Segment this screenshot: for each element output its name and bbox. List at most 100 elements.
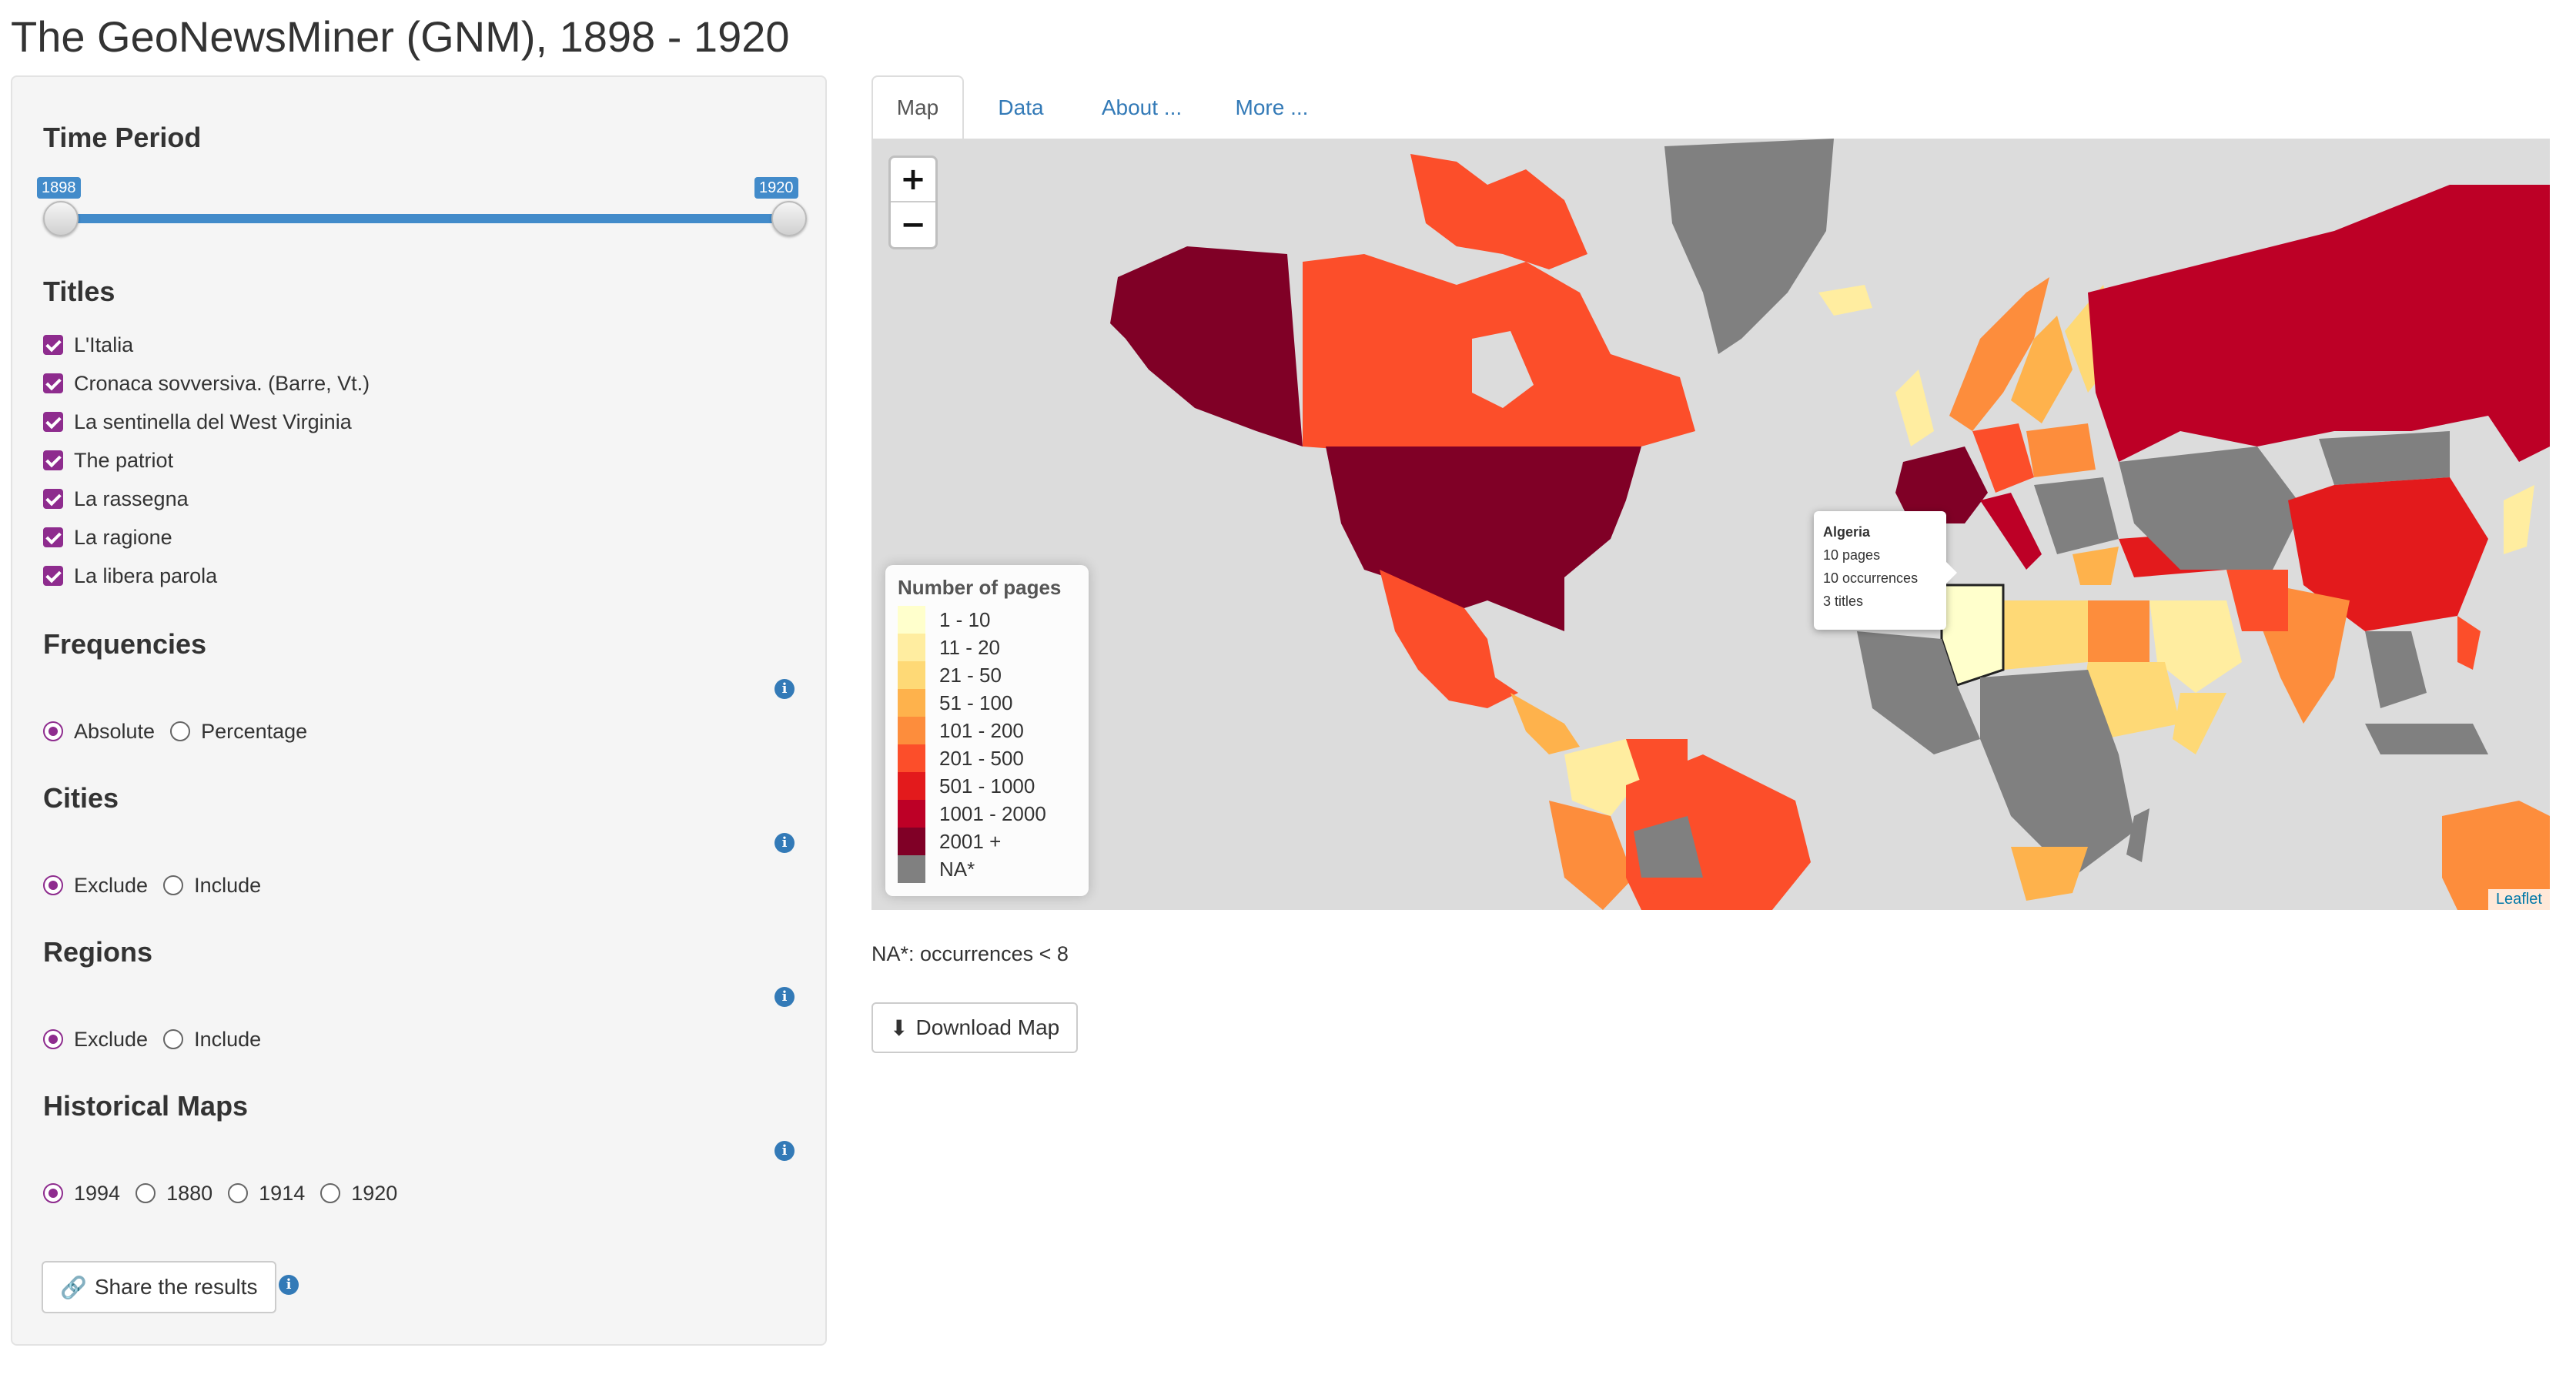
zoom-out-button[interactable]: − — [891, 202, 935, 247]
slider-min-handle[interactable] — [43, 201, 79, 236]
checkbox[interactable] — [43, 373, 63, 393]
radio-label: Include — [194, 1027, 262, 1051]
title-checkbox-patriot[interactable]: The patriot — [43, 445, 173, 476]
radio-cities-exclude[interactable]: Exclude — [43, 874, 148, 898]
regions-info-icon[interactable]: i — [774, 987, 795, 1007]
legend-label: 51 - 100 — [939, 691, 1013, 714]
country-central-america — [1510, 693, 1580, 754]
country-popup: Algeria 10 pages 10 occurrences 3 titles — [1814, 511, 1957, 630]
cities-radio-group: Exclude Include — [43, 870, 276, 901]
legend-swatch — [898, 828, 925, 855]
legend-item: 1 - 10 — [898, 606, 1076, 634]
radio-button[interactable] — [43, 875, 63, 895]
legend-item: 21 - 50 — [898, 661, 1076, 689]
country-iran — [2226, 570, 2288, 631]
radio-absolute[interactable]: Absolute — [43, 720, 155, 744]
download-icon: ⬇ — [890, 1015, 908, 1040]
legend-label: 1 - 10 — [939, 607, 991, 631]
tab-map[interactable]: Map — [871, 75, 964, 140]
title-checkbox-rassegna[interactable]: La rassegna — [43, 483, 189, 514]
checkbox[interactable] — [43, 335, 63, 355]
title-checkbox-libera-parola[interactable]: La libera parola — [43, 560, 217, 591]
zoom-in-button[interactable]: + — [891, 158, 935, 202]
tab-data[interactable]: Data — [975, 75, 1067, 140]
frequencies-radio-group: Absolute Percentage — [43, 716, 323, 747]
download-map-button[interactable]: ⬇ Download Map — [871, 1002, 1079, 1053]
radio-button[interactable] — [43, 1183, 63, 1203]
leaflet-attribution-link[interactable]: Leaflet — [2487, 889, 2550, 910]
popup-pages: 10 pages — [1823, 547, 1881, 563]
country-libya — [2003, 600, 2088, 670]
share-results-button[interactable]: 🔗 Share the results — [42, 1261, 276, 1313]
legend-item: 51 - 100 — [898, 689, 1076, 717]
checkbox[interactable] — [43, 489, 63, 509]
radio-button[interactable] — [170, 721, 191, 741]
legend-label: 21 - 50 — [939, 663, 1002, 687]
radio-map-1914[interactable]: 1914 — [228, 1182, 305, 1206]
checkbox-label: The patriot — [74, 448, 174, 472]
legend-label: 1001 - 2000 — [939, 801, 1046, 825]
legend-swatch — [898, 744, 925, 772]
radio-percentage[interactable]: Percentage — [170, 720, 307, 744]
country-egypt — [2088, 600, 2149, 662]
radio-button[interactable] — [43, 721, 63, 741]
world-map-svg — [1110, 139, 2550, 910]
title-checkbox-sentinella[interactable]: La sentinella del West Virginia — [43, 406, 352, 437]
legend-item: 1001 - 2000 — [898, 800, 1076, 828]
radio-button[interactable] — [320, 1183, 341, 1203]
legend-swatch — [898, 772, 925, 800]
radio-button[interactable] — [43, 1029, 63, 1049]
legend-swatch — [898, 689, 925, 717]
radio-button[interactable] — [163, 1029, 184, 1049]
checkbox[interactable] — [43, 566, 63, 586]
regions-radio-group: Exclude Include — [43, 1024, 276, 1055]
country-japan — [2504, 485, 2534, 554]
radio-map-1994[interactable]: 1994 — [43, 1182, 120, 1206]
radio-map-1880[interactable]: 1880 — [135, 1182, 212, 1206]
country-balkans — [2034, 477, 2119, 554]
tab-about[interactable]: About ... — [1076, 75, 1207, 140]
country-alaska — [1110, 246, 1303, 446]
tab-more[interactable]: More ... — [1210, 75, 1333, 140]
frequencies-info-icon[interactable]: i — [774, 679, 795, 699]
regions-label: Regions — [43, 936, 153, 968]
title-checkbox-cronaca[interactable]: Cronaca sovversiva. (Barre, Vt.) — [43, 368, 370, 399]
checkbox-label: La libera parola — [74, 564, 218, 587]
radio-cities-include[interactable]: Include — [163, 874, 261, 898]
popup-tip — [1946, 562, 1957, 584]
radio-label: 1914 — [259, 1181, 306, 1205]
map-legend: Number of pages 1 - 10 11 - 20 21 - 50 51 -… — [885, 565, 1089, 896]
share-info-icon[interactable]: i — [279, 1275, 299, 1295]
radio-button[interactable] — [135, 1183, 156, 1203]
slider-max-handle[interactable] — [771, 201, 807, 236]
popup-occurrences: 10 occurrences — [1823, 570, 1919, 586]
country-canada-arctic — [1410, 154, 1587, 269]
time-period-slider-track[interactable] — [60, 214, 788, 223]
country-indonesia — [2365, 724, 2488, 754]
title-checkbox-litalia[interactable]: L'Italia — [43, 329, 133, 360]
legend-swatch — [898, 634, 925, 661]
checkbox[interactable] — [43, 527, 63, 547]
legend-swatch — [898, 800, 925, 828]
radio-button[interactable] — [163, 875, 184, 895]
radio-label: 1920 — [351, 1181, 398, 1205]
legend-label: 11 - 20 — [939, 635, 1001, 659]
country-mongolia — [2319, 431, 2450, 485]
radio-map-1920[interactable]: 1920 — [320, 1182, 397, 1206]
checkbox[interactable] — [43, 450, 63, 470]
checkbox[interactable] — [43, 412, 63, 432]
popup-titles: 3 titles — [1823, 594, 1864, 609]
legend-swatch — [898, 855, 925, 883]
popup-country-name: Algeria — [1823, 524, 1871, 540]
radio-regions-include[interactable]: Include — [163, 1028, 261, 1052]
historical-maps-info-icon[interactable]: i — [774, 1141, 795, 1161]
choropleth-map[interactable]: + − Number of pages 1 - 10 11 - 20 21 - 50… — [871, 139, 2550, 910]
legend-item: 11 - 20 — [898, 634, 1076, 661]
frequencies-label: Frequencies — [43, 628, 207, 660]
legend-label: 501 - 1000 — [939, 774, 1035, 798]
cities-info-icon[interactable]: i — [774, 833, 795, 853]
slider-max-badge: 1920 — [754, 177, 798, 199]
radio-regions-exclude[interactable]: Exclude — [43, 1028, 148, 1052]
radio-button[interactable] — [228, 1183, 249, 1203]
title-checkbox-ragione[interactable]: La ragione — [43, 522, 172, 553]
